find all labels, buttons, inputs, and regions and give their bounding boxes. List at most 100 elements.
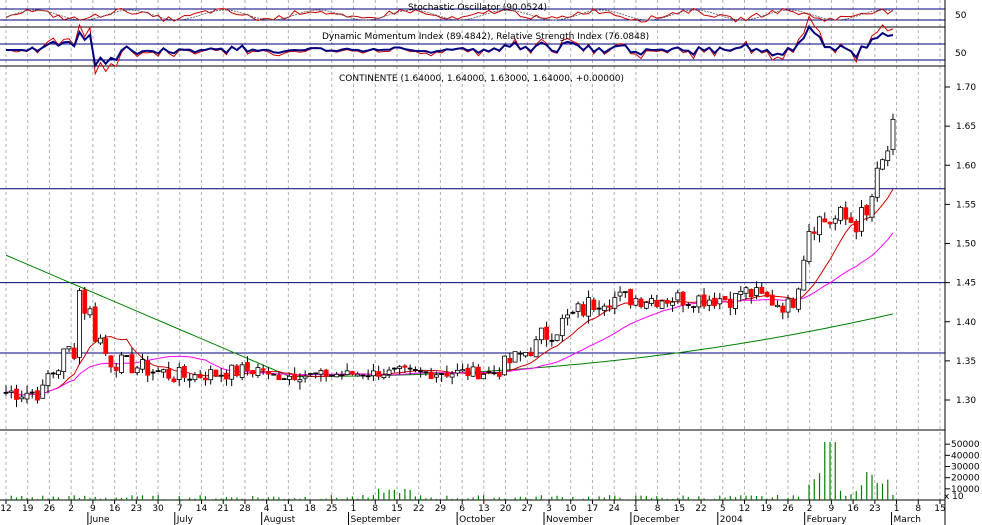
x-tick-label: 1 xyxy=(351,504,357,514)
x-tick-label: 4 xyxy=(264,504,270,514)
candle-body xyxy=(423,371,429,374)
x-tick-label: 3 xyxy=(546,504,552,514)
candle-body xyxy=(759,287,765,294)
candle-body xyxy=(586,297,591,317)
price-tick-label: 1.65 xyxy=(956,122,976,132)
candle xyxy=(659,299,665,310)
candle-body xyxy=(381,374,387,378)
x-tick-label: 5 xyxy=(720,504,726,514)
candle-body xyxy=(171,378,177,382)
month-label: March xyxy=(894,515,921,525)
candle-body xyxy=(880,159,885,170)
candle xyxy=(801,255,807,291)
candle-body xyxy=(166,368,172,379)
candle-body xyxy=(3,391,9,394)
candle-body xyxy=(811,231,817,234)
month-label: July xyxy=(176,515,194,525)
candle-body xyxy=(197,374,203,379)
candle-body xyxy=(418,370,424,373)
candle-body xyxy=(439,373,445,375)
candle-body xyxy=(365,375,371,378)
candle-body xyxy=(229,364,235,380)
candle-body xyxy=(570,311,576,314)
x-tick-label: 6 xyxy=(459,504,465,514)
candle-body xyxy=(271,373,277,376)
candle-body xyxy=(334,373,340,378)
candle-body xyxy=(717,298,723,305)
x-tick-label: 18 xyxy=(304,504,316,514)
candle-body xyxy=(460,369,466,372)
candle xyxy=(722,296,728,301)
x-tick-label: 9 xyxy=(829,504,835,514)
candle-body xyxy=(664,300,670,304)
candle-body xyxy=(848,217,854,223)
candle-body xyxy=(491,372,497,375)
momentum-tick-50: 50 xyxy=(955,49,967,59)
candle-body xyxy=(281,378,287,381)
candle-body xyxy=(523,352,529,357)
volume-unit-label: x 10 xyxy=(944,492,964,502)
candle-body xyxy=(402,365,408,368)
candle-body xyxy=(874,167,880,198)
candle-body xyxy=(376,371,382,377)
price-tick-label: 1.35 xyxy=(956,357,976,367)
x-tick-label: 10 xyxy=(565,504,577,514)
candle-body xyxy=(622,291,628,294)
candle-body xyxy=(659,300,665,309)
candle-body xyxy=(544,326,549,340)
stochastic-tick-50: 50 xyxy=(955,11,967,21)
candle-body xyxy=(103,338,109,354)
candle-body xyxy=(775,304,780,308)
candle-body xyxy=(192,374,198,381)
candle-body xyxy=(124,355,130,357)
candle-body xyxy=(329,374,334,377)
x-tick-label: 12 xyxy=(0,504,11,514)
price-title: CONTINENTE (1.64000, 1.64000, 1.63000, 1… xyxy=(339,74,624,84)
x-tick-label: 25 xyxy=(326,504,337,514)
candle xyxy=(119,351,124,375)
x-tick-label: 12 xyxy=(739,504,750,514)
candle-body xyxy=(733,293,738,310)
candle-body xyxy=(98,337,103,344)
month-label: September xyxy=(351,515,401,525)
price-tick-label: 1.60 xyxy=(956,161,976,171)
momentum-title: Dynamic Momentum Index (89.4842), Relati… xyxy=(322,32,649,42)
x-tick-label: 19 xyxy=(22,504,34,514)
price-chart: Stochastic Oscillator (90.0524) 50 Dynam… xyxy=(0,0,982,525)
candle-body xyxy=(260,368,266,371)
candle-body xyxy=(50,372,56,375)
candle-body xyxy=(266,371,271,375)
candle-body xyxy=(869,196,875,218)
candle-body xyxy=(370,370,376,377)
stochastic-title: Stochastic Oscillator (90.0524) xyxy=(408,3,547,13)
candle-body xyxy=(475,366,481,380)
candle-body xyxy=(87,308,93,316)
candle-body xyxy=(727,298,733,308)
candle-body xyxy=(318,370,324,375)
candle-body xyxy=(444,372,450,377)
candle-body xyxy=(764,291,770,297)
candle-body xyxy=(150,371,156,374)
candle-body xyxy=(234,365,240,376)
x-tick-label: 2 xyxy=(807,504,813,514)
candle-body xyxy=(601,305,607,311)
candle-body xyxy=(29,391,35,394)
x-tick-label: 16 xyxy=(109,504,121,514)
month-label: October xyxy=(459,515,495,525)
candle-body xyxy=(780,305,786,313)
candle-body xyxy=(134,367,140,374)
candle-body xyxy=(859,207,864,232)
candle-body xyxy=(454,369,460,374)
x-tick-label: 23 xyxy=(131,504,142,514)
candle xyxy=(239,362,245,381)
x-tick-label: 23 xyxy=(869,504,880,514)
candle xyxy=(124,355,130,357)
month-label: 2004 xyxy=(720,515,743,525)
candle-body xyxy=(670,301,675,306)
candle-body xyxy=(344,370,350,375)
price-tick-label: 1.40 xyxy=(956,318,976,328)
candle xyxy=(234,363,240,378)
candle-body xyxy=(738,290,744,295)
candle-body xyxy=(754,287,759,296)
candle-body xyxy=(119,354,124,373)
